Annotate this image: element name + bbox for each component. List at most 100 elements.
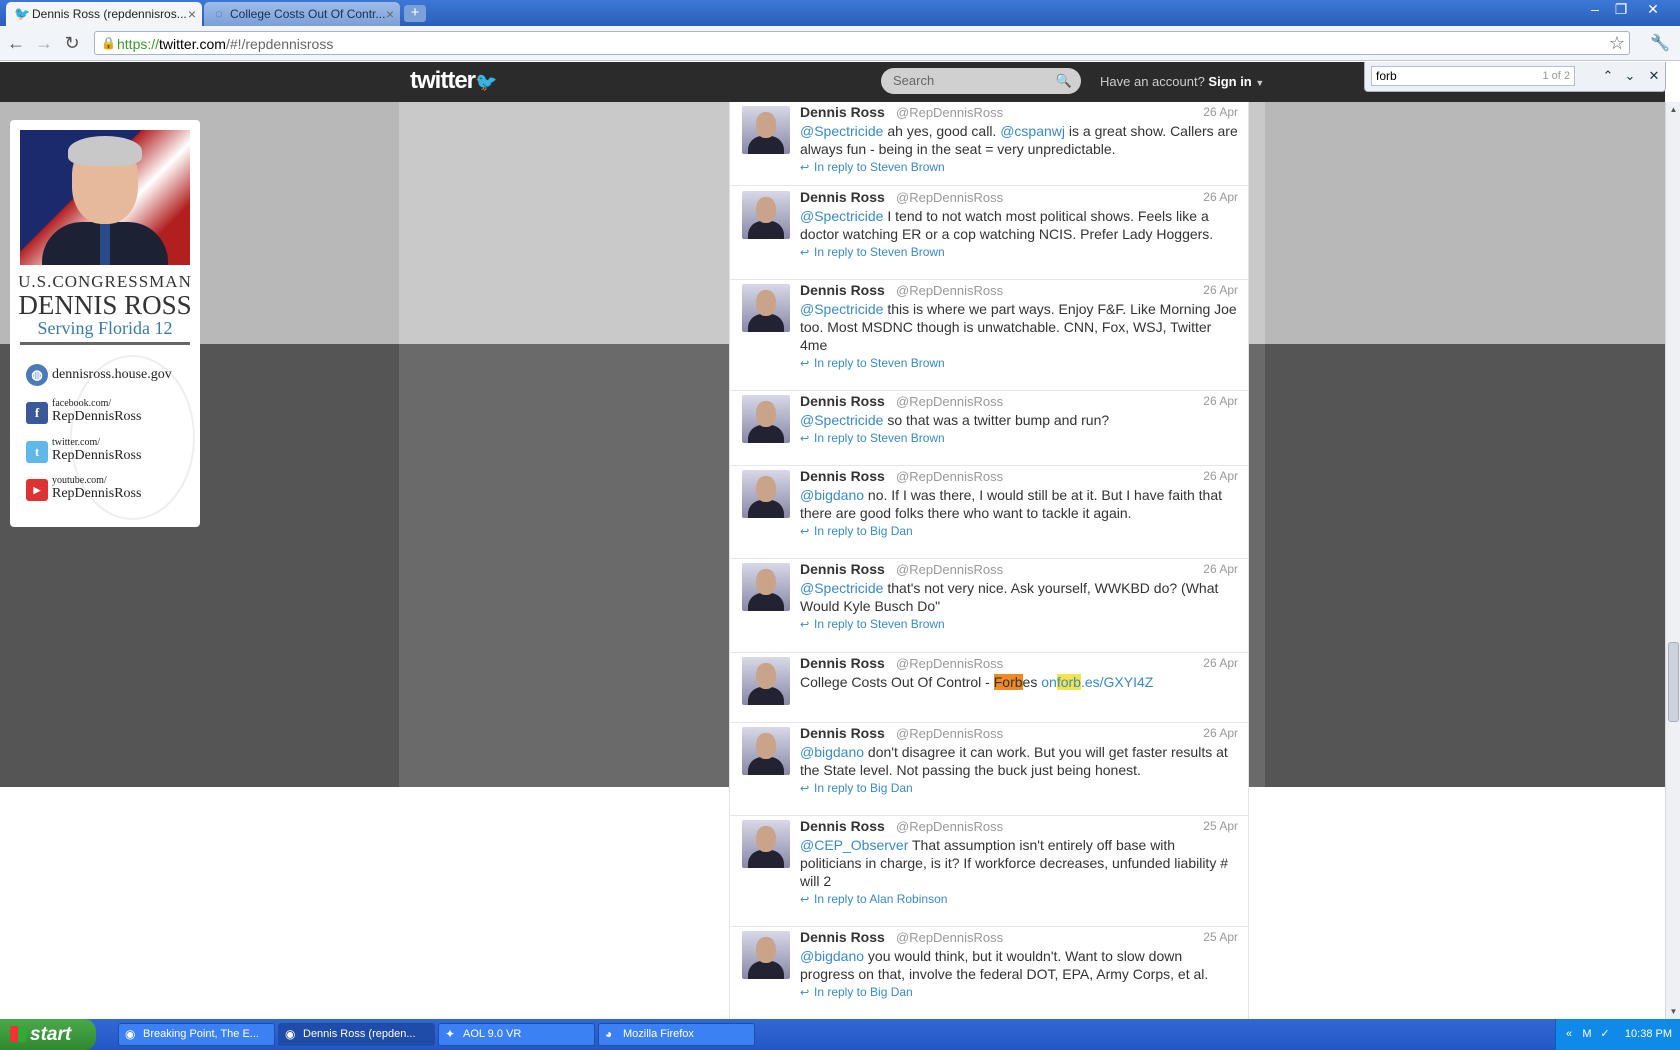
restore-icon[interactable]: ❐ <box>1609 0 1633 18</box>
taskbar-item-aol[interactable]: ✦ AOL 9.0 VR <box>438 1023 595 1046</box>
tweet-author[interactable]: Dennis Ross <box>800 104 885 120</box>
tweet-author[interactable]: Dennis Ross <box>800 189 885 205</box>
window-close-icon[interactable]: ✕ <box>1641 0 1665 18</box>
tweet-author[interactable]: Dennis Ross <box>800 282 885 298</box>
taskbar-item-breaking-point[interactable]: ◉ Breaking Point, The E... <box>118 1023 275 1046</box>
search-icon[interactable]: 🔍 <box>1056 68 1072 94</box>
tweet-handle[interactable]: @RepDennisRoss <box>896 394 1003 409</box>
avatar[interactable] <box>742 395 790 443</box>
taskbar-item-dennis-ross[interactable]: ◉ Dennis Ross (repden... <box>278 1023 435 1046</box>
tab-dennis-ross[interactable]: 🐦 Dennis Ross (repdennisros... × <box>6 2 202 26</box>
minimize-icon[interactable]: – <box>1583 0 1607 18</box>
tweet-handle[interactable]: @RepDennisRoss <box>896 283 1003 298</box>
tweet-handle[interactable]: @RepDennisRoss <box>896 105 1003 120</box>
tweet-handle[interactable]: @RepDennisRoss <box>896 930 1003 945</box>
in-reply-to-link[interactable]: ↩ In reply to Steven Brown <box>800 356 945 370</box>
tweet-date[interactable]: 26 Apr <box>1203 283 1238 297</box>
back-icon[interactable]: ← <box>6 33 26 53</box>
tweet-handle[interactable]: @RepDennisRoss <box>896 469 1003 484</box>
avatar[interactable] <box>742 657 790 705</box>
tweet-date[interactable]: 26 Apr <box>1203 394 1238 408</box>
tweet-author[interactable]: Dennis Ross <box>800 655 885 671</box>
tweet-date[interactable]: 25 Apr <box>1203 819 1238 833</box>
tweet-date[interactable]: 26 Apr <box>1203 105 1238 119</box>
taskbar-item-firefox[interactable]: ◕ Mozilla Firefox <box>598 1023 755 1046</box>
mention-link[interactable]: @Spectricide <box>800 208 883 224</box>
tweet-date[interactable]: 26 Apr <box>1203 726 1238 740</box>
mention-link[interactable]: @Spectricide <box>800 123 883 139</box>
mention-link[interactable]: @bigdano <box>800 487 864 503</box>
tweet-author[interactable]: Dennis Ross <box>800 725 885 741</box>
tray-network-icon[interactable]: ✓ <box>1598 1027 1612 1041</box>
mention-link[interactable]: @bigdano <box>800 948 864 964</box>
tray-arrow-icon[interactable]: « <box>1562 1027 1576 1041</box>
new-tab-button[interactable]: + <box>404 5 426 22</box>
link-youtube[interactable]: ▶ youtube.com/ RepDennisRoss <box>26 475 196 505</box>
link-website[interactable]: ◍ dennisross.house.gov <box>26 364 196 388</box>
tweet-date[interactable]: 26 Apr <box>1203 190 1238 204</box>
bookmark-star-icon[interactable]: ☆ <box>1609 33 1625 54</box>
tweet-date[interactable]: 26 Apr <box>1203 656 1238 670</box>
find-next-icon[interactable]: ⌄ <box>1621 66 1639 86</box>
tray-mail-icon[interactable]: M <box>1580 1027 1594 1041</box>
avatar[interactable] <box>742 727 790 775</box>
tweet-handle[interactable]: @RepDennisRoss <box>896 656 1003 671</box>
tweet-author[interactable]: Dennis Ross <box>800 929 885 945</box>
reply-arrow-icon: ↩ <box>800 433 810 445</box>
avatar[interactable] <box>742 820 790 868</box>
tweet-author[interactable]: Dennis Ross <box>800 818 885 834</box>
mention-link[interactable]: @Spectricide <box>800 301 883 317</box>
in-reply-to-link[interactable]: ↩ In reply to Big Dan <box>800 781 913 795</box>
wrench-icon[interactable]: 🔧 <box>1650 33 1670 53</box>
in-reply-to-link[interactable]: ↩ In reply to Big Dan <box>800 985 913 999</box>
scroll-down-icon[interactable]: ▼ <box>1666 1004 1680 1019</box>
in-reply-to-link[interactable]: ↩ In reply to Steven Brown <box>800 617 945 631</box>
find-close-icon[interactable]: ✕ <box>1645 66 1663 86</box>
in-reply-to-link[interactable]: ↩ In reply to Alan Robinson <box>800 892 947 906</box>
close-icon[interactable]: × <box>386 2 394 26</box>
link-twitter[interactable]: t twitter.com/ RepDennisRoss <box>26 437 196 467</box>
in-reply-to-link[interactable]: ↩ In reply to Steven Brown <box>800 245 945 259</box>
in-reply-to-link[interactable]: ↩ In reply to Steven Brown <box>800 431 945 445</box>
tweet-handle[interactable]: @RepDennisRoss <box>896 726 1003 741</box>
in-reply-to-link[interactable]: ↩ In reply to Steven Brown <box>800 160 945 174</box>
avatar[interactable] <box>742 931 790 979</box>
twitter-logo[interactable]: twitter🐦 <box>410 67 497 95</box>
tweet-handle[interactable]: @RepDennisRoss <box>896 819 1003 834</box>
find-input[interactable]: forb 1 of 2 <box>1371 66 1575 86</box>
tweet-handle[interactable]: @RepDennisRoss <box>896 562 1003 577</box>
mention-link[interactable]: @Spectricide <box>800 580 883 596</box>
tweet-date[interactable]: 26 Apr <box>1203 562 1238 576</box>
avatar[interactable] <box>742 563 790 611</box>
address-bar[interactable]: 🔒 https://twitter.com/#!/repdennisross ☆ <box>94 31 1630 55</box>
forward-icon[interactable]: → <box>34 33 54 53</box>
vertical-scrollbar[interactable]: ▲ ▼ <box>1665 102 1680 1019</box>
tweet-handle[interactable]: @RepDennisRoss <box>896 190 1003 205</box>
link-facebook[interactable]: f facebook.com/ RepDennisRoss <box>26 398 196 428</box>
find-previous-icon[interactable]: ⌃ <box>1599 66 1617 86</box>
tab-college-costs[interactable]: ◌ College Costs Out Of Contr... × <box>204 2 400 26</box>
reload-icon[interactable]: ↻ <box>62 33 82 53</box>
sign-in-link[interactable]: Sign in <box>1208 74 1251 89</box>
close-icon[interactable]: × <box>188 2 196 26</box>
tweet-author[interactable]: Dennis Ross <box>800 561 885 577</box>
scroll-up-icon[interactable]: ▲ <box>1666 102 1680 117</box>
tweet-date[interactable]: 25 Apr <box>1203 930 1238 944</box>
in-reply-to-link[interactable]: ↩ In reply to Big Dan <box>800 524 913 538</box>
tweet-author[interactable]: Dennis Ross <box>800 468 885 484</box>
mention-link[interactable]: @bigdano <box>800 744 864 760</box>
avatar[interactable] <box>742 106 790 154</box>
tweet-author[interactable]: Dennis Ross <box>800 393 885 409</box>
tweet-date[interactable]: 26 Apr <box>1203 469 1238 483</box>
mention-link[interactable]: @CEP_Observer <box>800 837 908 853</box>
scrollbar-thumb[interactable] <box>1668 642 1679 722</box>
avatar[interactable] <box>742 191 790 239</box>
start-button[interactable]: start <box>0 1019 96 1050</box>
avatar[interactable] <box>742 470 790 518</box>
avatar[interactable] <box>742 284 790 332</box>
short-link[interactable]: onforb.es/GXYI4Z <box>1041 674 1153 690</box>
chevron-down-icon[interactable]: ▼ <box>1255 78 1264 88</box>
mention-link[interactable]: @Spectricide <box>800 412 883 428</box>
mention-link[interactable]: @cspanwj <box>1000 123 1065 139</box>
search-input[interactable]: Search 🔍 <box>881 68 1081 94</box>
